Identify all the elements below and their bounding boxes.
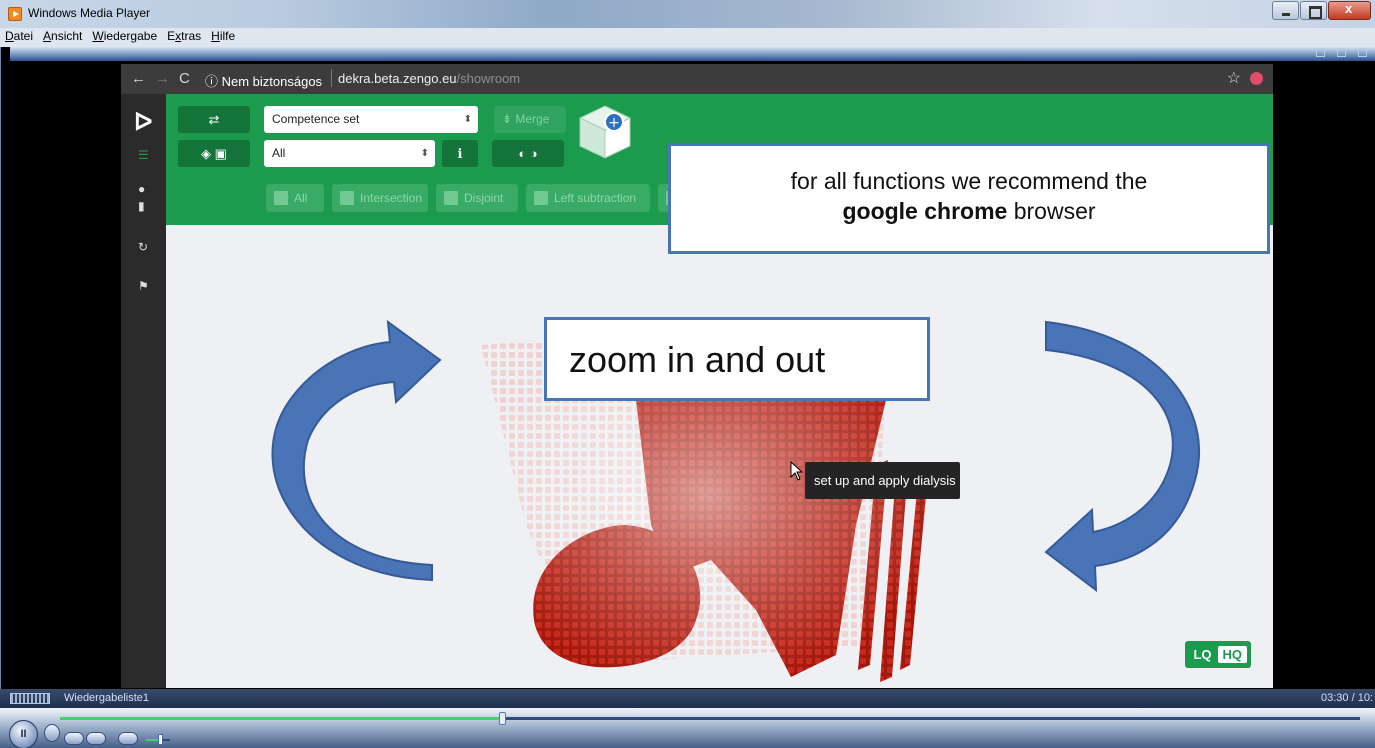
seek-thumb[interactable]	[499, 712, 506, 725]
callout-line-1: for all functions we recommend the	[790, 168, 1148, 194]
next-button[interactable]	[86, 732, 106, 745]
left-curved-arrow	[271, 319, 442, 582]
playlist-name: Wiedergabeliste1	[64, 692, 149, 704]
callout-rest: browser	[1007, 198, 1096, 224]
mouse-cursor-icon	[790, 461, 804, 481]
mute-button[interactable]	[118, 732, 138, 745]
media-player-window: Windows Media Player Datei Ansicht Wiede…	[0, 0, 1375, 748]
seek-bar[interactable]	[60, 712, 1360, 725]
time-display: 03:30 / 10:	[1321, 692, 1373, 704]
zoom-callout: zoom in and out	[544, 317, 930, 401]
right-curved-arrow	[1044, 320, 1200, 593]
pause-button[interactable]: II	[9, 720, 38, 748]
browser-recommendation-callout: for all functions we recommend the googl…	[668, 143, 1270, 254]
volume-thumb[interactable]	[158, 734, 164, 745]
seek-progress	[60, 717, 502, 720]
transport-controls: II	[0, 708, 1375, 748]
volume-slider[interactable]	[146, 734, 170, 745]
callout-bold: google chrome	[842, 198, 1008, 224]
playlist-icon[interactable]	[10, 693, 50, 704]
stop-button[interactable]	[44, 724, 60, 742]
playlist-bar: Wiedergabeliste1 03:30 / 10:	[0, 689, 1375, 708]
tooltip: set up and apply dialysis	[805, 462, 960, 499]
previous-button[interactable]	[64, 732, 84, 745]
callout-line-2: google chrome browser	[671, 196, 1267, 226]
